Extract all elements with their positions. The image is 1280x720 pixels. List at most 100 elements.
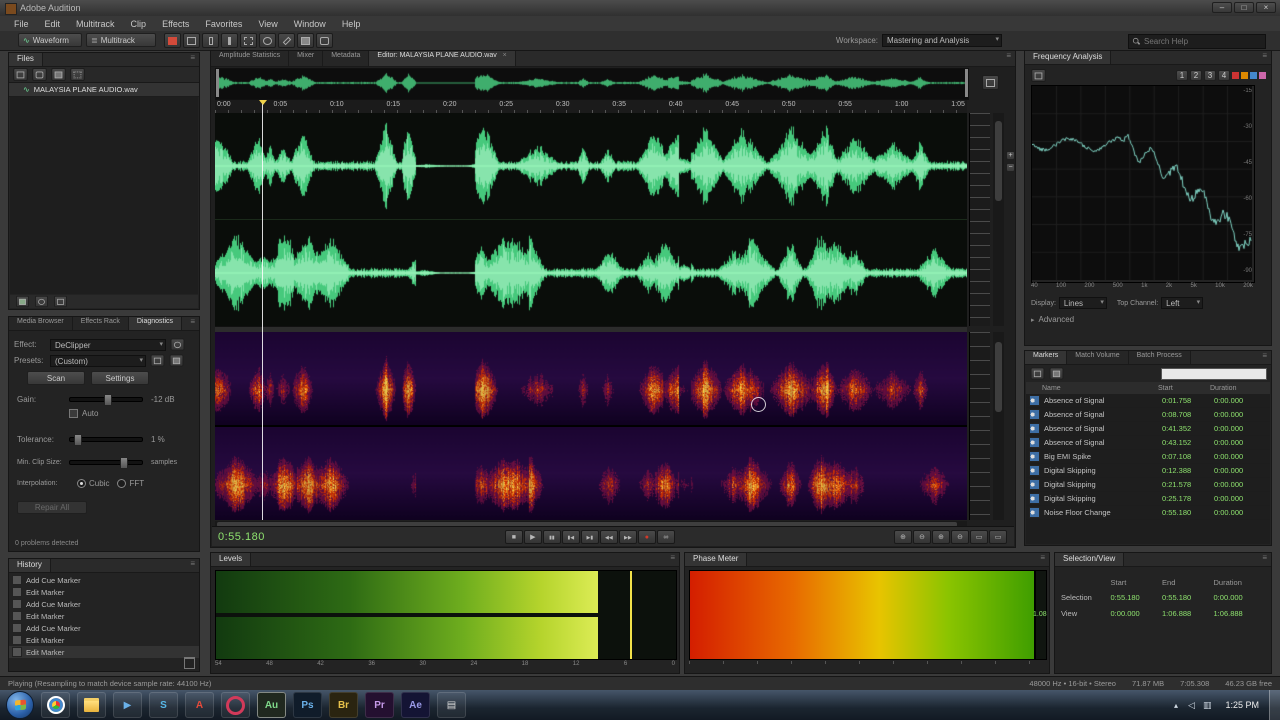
play-button[interactable]: ▶ [523,529,542,544]
menu-multitrack[interactable]: Multitrack [68,19,123,29]
spectral-display[interactable] [215,332,967,520]
move-tool-icon[interactable] [183,33,200,48]
effects-rack-tab[interactable]: Effects Rack [72,317,129,330]
waveform-display[interactable] [215,113,967,326]
import-file-icon[interactable] [13,68,28,81]
hold-button-1[interactable]: 1 [1176,69,1188,81]
open-file-icon[interactable] [32,68,47,81]
record-button[interactable]: ● [637,529,656,544]
waveform-right-channel-canvas[interactable] [215,220,967,326]
frequency-panel-menu-icon[interactable]: ≡ [1258,51,1271,64]
menu-clip[interactable]: Clip [123,19,155,29]
waveform-view-button[interactable]: ∿ Waveform [18,33,82,47]
auto-checkbox[interactable] [69,409,78,418]
minimize-button[interactable]: – [1212,2,1232,13]
overview-waveform-canvas[interactable] [216,69,966,97]
spectral-vertical-scrollbar[interactable] [993,332,1004,520]
tray-volume-icon[interactable]: ◁ [1184,700,1199,711]
waveform-zoom-out-button[interactable]: − [1006,163,1015,172]
tray-chevron-icon[interactable]: ▴ [1168,701,1184,710]
show-desktop-button[interactable] [1269,690,1280,720]
history-item[interactable]: Edit Marker [9,646,199,658]
menu-file[interactable]: File [6,19,37,29]
zoom-in-time-button[interactable]: ⊕ [932,529,950,544]
phase-panel-menu-icon[interactable]: ≡ [1036,553,1049,566]
marker-row[interactable]: Big EMI Spike 0:07.108 0:00.000 [1026,450,1270,464]
stop-button[interactable]: ■ [504,529,523,544]
loop-playback-button[interactable]: ∞ [656,529,675,544]
view-start-value[interactable]: 0:00.000 [1111,609,1163,618]
skip-previous-button[interactable]: ▮◀ [561,529,580,544]
waveform-zoom-in-button[interactable]: + [1006,151,1015,160]
tolerance-slider[interactable] [69,434,143,446]
history-panel-menu-icon[interactable]: ≡ [186,559,199,572]
taskbar-media-player-icon[interactable]: ▶ [113,692,142,718]
menu-help[interactable]: Help [334,19,369,29]
hold-button-4[interactable]: 4 [1218,69,1230,81]
paintbrush-tool-icon[interactable] [278,33,295,48]
advanced-disclosure-icon[interactable]: ▸ [1031,316,1035,324]
overview-strip[interactable] [215,68,969,100]
marker-row[interactable]: Noise Floor Change 0:55.180 0:00.000 [1026,506,1270,520]
menu-favorites[interactable]: Favorites [197,19,250,29]
marker-row[interactable]: Absence of Signal 0:43.152 0:00.000 [1026,436,1270,450]
zoom-in-button[interactable]: ⊕ [894,529,912,544]
waveform-left-channel-canvas[interactable] [215,113,967,219]
history-trash-icon[interactable] [184,657,195,669]
frequency-graph[interactable]: -15 -30 -45 -60 -75 -90 [1031,85,1255,283]
taskbar-premiere-icon[interactable]: Pr [365,692,394,718]
spectrogram-right-channel-canvas[interactable] [215,427,967,520]
markers-tab[interactable]: Markers [1025,351,1068,364]
skip-next-button[interactable]: ▶▮ [580,529,599,544]
effect-dropdown[interactable]: DeClipper [50,338,166,351]
history-item[interactable]: Add Cue Marker [9,622,199,634]
zoom-out-button[interactable]: ⊖ [913,529,931,544]
view-duration-value[interactable]: 1:06.888 [1214,609,1266,618]
waveform-vertical-scrollbar[interactable] [993,113,1004,326]
editor-tab-mixer[interactable]: Mixer [289,51,324,66]
history-item[interactable]: Add Cue Marker [9,574,199,586]
editor-panel-menu-icon[interactable]: ≡ [1002,51,1015,66]
help-search-box[interactable]: Search Help [1128,34,1266,49]
lasso-tool-icon[interactable] [259,33,276,48]
marker-row[interactable]: Digital Skipping 0:12.388 0:00.000 [1026,464,1270,478]
selection-duration-value[interactable]: 0:00.000 [1214,593,1266,602]
editor-tab-metadata[interactable]: Metadata [323,51,370,66]
presets-dropdown[interactable]: (Custom) [50,354,146,367]
overview-snapshot-icon[interactable] [982,75,999,90]
freq-scan-icon[interactable] [1031,68,1046,82]
overview-right-handle[interactable] [965,69,968,97]
menu-window[interactable]: Window [286,19,334,29]
marquee-tool-icon[interactable] [240,33,257,48]
gain-slider[interactable] [69,394,143,406]
display-dropdown[interactable]: Lines [1058,297,1107,309]
start-button[interactable] [6,691,34,719]
match-volume-tab[interactable]: Match Volume [1067,351,1129,364]
settings-button[interactable]: Settings [91,371,149,385]
taskbar-quicktime-icon[interactable] [221,692,250,718]
fft-radio[interactable] [117,479,127,488]
taskbar-explorer-icon[interactable] [77,692,106,718]
history-item[interactable]: Edit Marker [9,610,199,622]
overview-left-handle[interactable] [216,69,219,97]
rewind-button[interactable]: ◀◀ [599,529,618,544]
editor-active-tab[interactable]: Editor: MALAYSIA PLANE AUDIO.wav × [369,51,516,66]
diagnostics-tab[interactable]: Diagnostics [128,317,183,330]
history-item[interactable]: Edit Marker [9,634,199,646]
title-bar[interactable]: Adobe Audition – □ × [0,0,1280,17]
levels-panel-menu-icon[interactable]: ≡ [666,553,679,566]
fast-forward-button[interactable]: ▶▶ [618,529,637,544]
taskbar-reader-icon[interactable]: A [185,692,214,718]
repair-all-button[interactable]: Repair All [17,501,87,514]
time-selection-tool-icon[interactable] [221,33,238,48]
media-browser-tab[interactable]: Media Browser [9,317,73,330]
markers-panel-menu-icon[interactable]: ≡ [1258,351,1271,364]
insert-multitrack-icon[interactable] [70,68,85,81]
effect-settings-gear-icon[interactable] [170,338,185,351]
taskbar-bridge-icon[interactable]: Br [329,692,358,718]
selection-end-value[interactable]: 0:55.180 [1162,593,1214,602]
scan-button[interactable]: Scan [27,371,85,385]
workspace-dropdown[interactable]: Mastering and Analysis [882,34,1002,47]
history-item[interactable]: Add Cue Marker [9,598,199,610]
multitrack-view-button[interactable]: ≣ Multitrack [86,33,156,47]
